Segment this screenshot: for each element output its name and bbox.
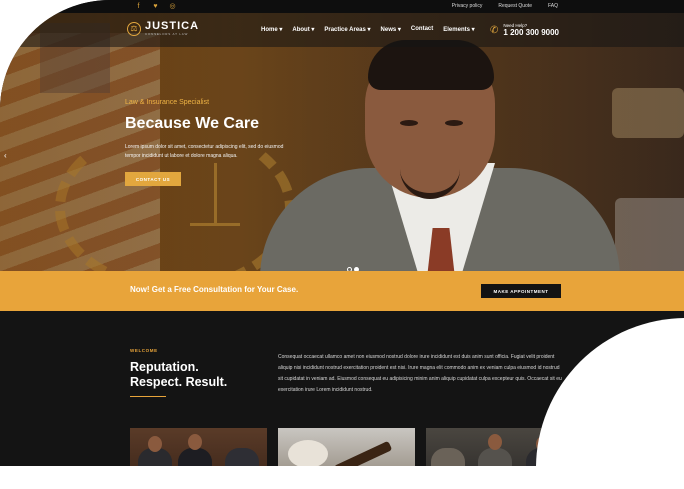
lawyer-portrait [260, 38, 620, 271]
person-head [148, 436, 162, 452]
welcome-title-line2: Respect. Result. [130, 375, 228, 389]
nav-elements[interactable]: Elements ▾ [443, 26, 474, 33]
slider-dot[interactable] [347, 267, 352, 271]
instagram-icon[interactable]: ◎ [168, 2, 177, 11]
help-phone-number: 1 200 300 9000 [503, 28, 559, 37]
welcome-divider [130, 396, 166, 397]
hero-content: Law & Insurance Specialist Because We Ca… [125, 99, 295, 186]
person-figure [478, 448, 512, 466]
coffee-cup-graphic [288, 440, 328, 466]
main-header: ⚖ JUSTICA CONSELORS AT LAW Home ▾ About … [0, 13, 684, 47]
image-cards [130, 428, 563, 466]
consultation-text: Now! Get a Free Consultation for Your Ca… [130, 285, 299, 294]
privacy-policy-link[interactable]: Privacy policy [452, 3, 483, 9]
portrait-hair [368, 40, 494, 90]
scales-logo-icon: ⚖ [127, 21, 141, 36]
person-figure [178, 448, 212, 466]
welcome-body: Consequat occaecat ullamco amet non eius… [278, 354, 562, 393]
help-contact[interactable]: ✆ Need Help? 1 200 300 9000 [490, 23, 559, 37]
nav-about[interactable]: About ▾ [292, 26, 314, 33]
consultation-band: Now! Get a Free Consultation for Your Ca… [0, 271, 684, 311]
faq-link[interactable]: FAQ [548, 3, 558, 9]
nav-home-label: Home [261, 27, 278, 33]
nav-practice-areas[interactable]: Practice Areas ▾ [324, 26, 370, 33]
top-links: Privacy policy Request Quote FAQ [452, 3, 558, 9]
welcome-tag: WELCOME [130, 348, 158, 353]
chevron-left-icon[interactable]: ‹ [4, 151, 7, 160]
hero-slider: ‹ [0, 13, 684, 271]
site-logo[interactable]: ⚖ JUSTICA CONSELORS AT LAW [127, 21, 199, 36]
team-meeting-image[interactable] [130, 428, 267, 466]
phone-icon: ✆ [490, 24, 499, 36]
slider-dot-active[interactable] [354, 267, 359, 271]
nav-home[interactable]: Home ▾ [261, 26, 282, 33]
hero-title: Because We Care [125, 115, 259, 132]
person-figure [225, 448, 259, 466]
nav-about-label: About [292, 27, 310, 33]
top-bar: f ♥ ◎ Privacy policy Request Quote FAQ [0, 0, 684, 13]
social-links: f ♥ ◎ [134, 2, 177, 11]
nav-elements-label: Elements [443, 27, 470, 33]
welcome-title: Reputation. Respect. Result. [130, 360, 260, 390]
person-head [188, 434, 202, 450]
request-quote-link[interactable]: Request Quote [498, 3, 532, 9]
portrait-eye [400, 120, 418, 126]
person-figure [431, 448, 465, 466]
gavel-icon [333, 440, 393, 466]
site-frame: f ♥ ◎ Privacy policy Request Quote FAQ ‹… [0, 0, 684, 466]
nav-news-label: News [380, 27, 397, 33]
hero-subtitle: Law & Insurance Specialist [125, 99, 210, 106]
nav-news[interactable]: News ▾ [381, 26, 401, 33]
person-head [488, 434, 502, 450]
make-appointment-button[interactable]: MAKE APPOINTMENT [481, 284, 561, 298]
gavel-image[interactable] [278, 428, 415, 466]
logo-name: JUSTICA [145, 20, 200, 32]
hero-description: Lorem ipsum dolor sit amet, consectetur … [125, 144, 284, 159]
welcome-title-line1: Reputation. [130, 360, 199, 374]
portrait-eye [445, 120, 463, 126]
contact-us-button[interactable]: CONTACT US [125, 172, 181, 186]
twitter-icon[interactable]: ♥ [151, 2, 160, 11]
slider-dots [347, 267, 359, 271]
main-nav: Home ▾ About ▾ Practice Areas ▾ News ▾ C… [261, 26, 475, 33]
nav-practice-areas-label: Practice Areas [324, 27, 366, 33]
nav-contact[interactable]: Contact [411, 26, 433, 33]
logo-tagline: CONSELORS AT LAW [145, 32, 189, 36]
facebook-icon[interactable]: f [134, 2, 143, 11]
